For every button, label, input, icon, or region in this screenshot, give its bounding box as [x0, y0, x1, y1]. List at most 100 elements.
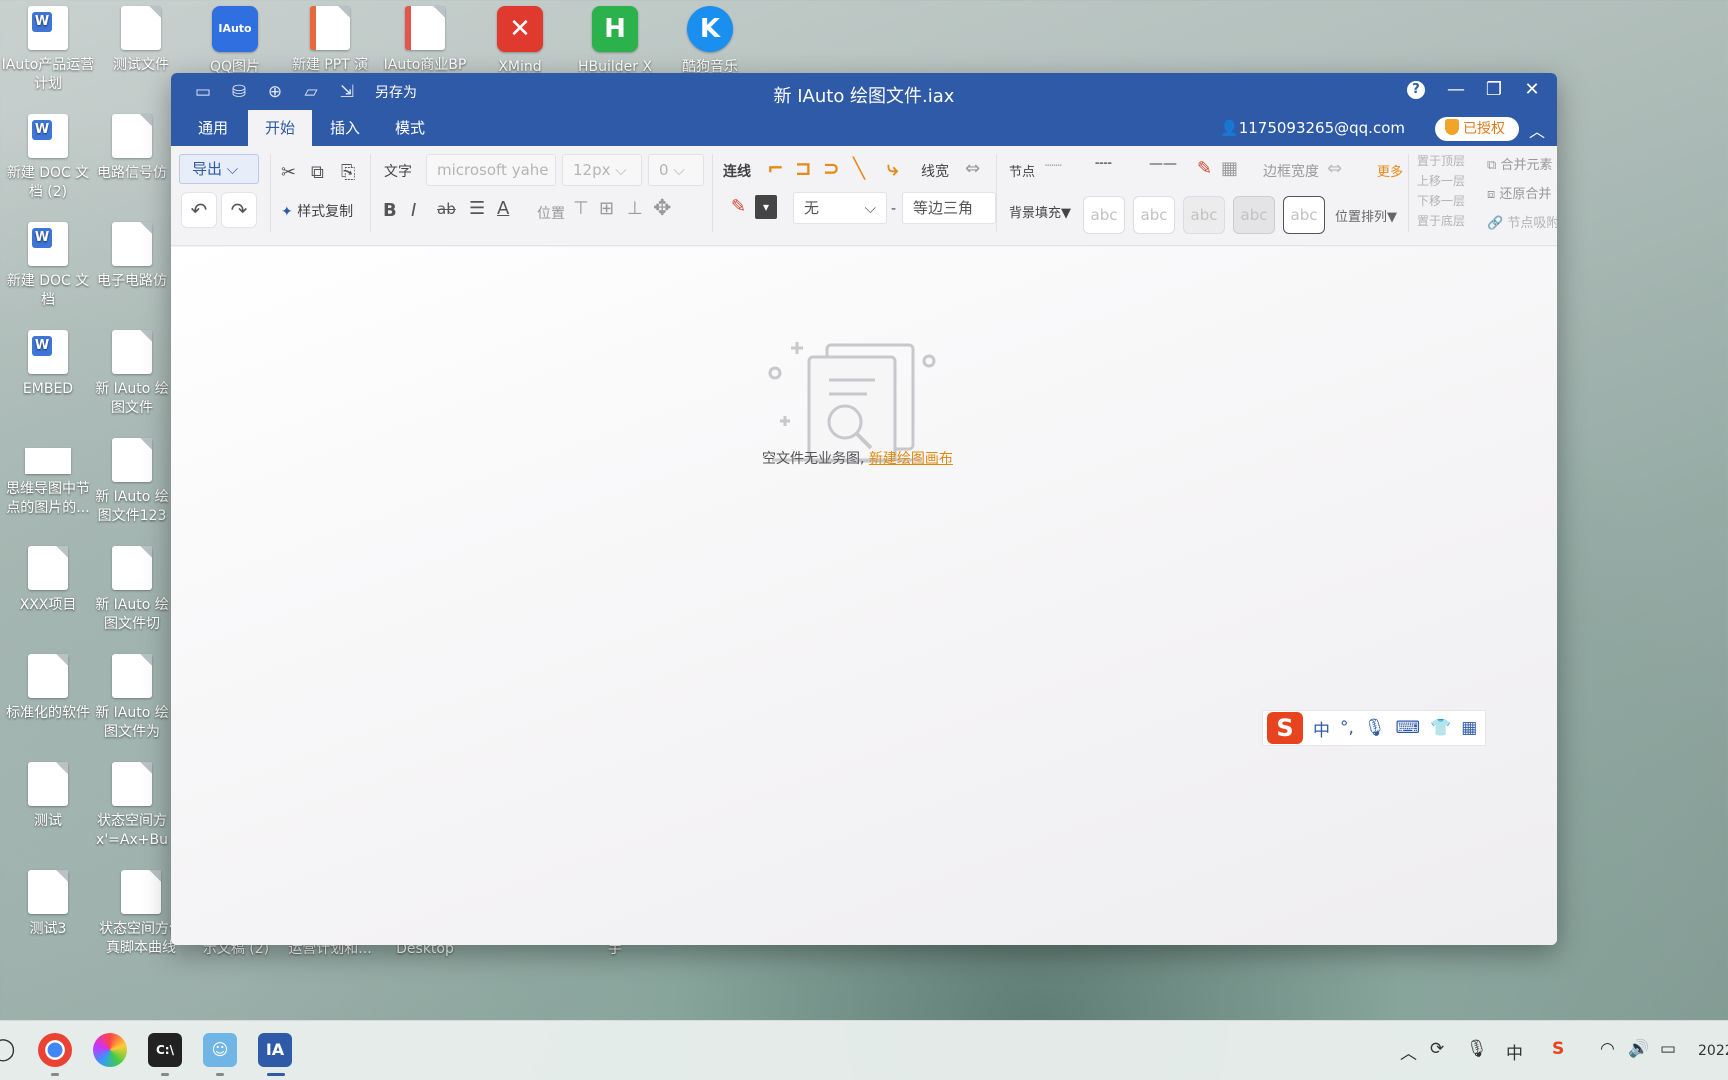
tab-insert[interactable]: 插入 [313, 110, 377, 146]
ime-toolbar[interactable]: S 中 °, 🎙 ⌨ 👕 ▦ [1262, 710, 1486, 746]
anime-app-icon[interactable]: ☺ [203, 1033, 237, 1067]
microphone-icon[interactable]: 🎙 [1466, 1039, 1488, 1059]
volume-icon[interactable]: 🔊 [1628, 1039, 1649, 1059]
paste-icon[interactable]: ⎘ [341, 162, 355, 183]
minimize-icon[interactable]: — [1443, 77, 1469, 103]
transparency-icon[interactable]: ▦ [1221, 158, 1238, 179]
microphone-icon[interactable]: 🎙 [1364, 718, 1386, 738]
loop-connector-icon[interactable]: ⊃ [823, 156, 840, 180]
clock[interactable]: 2022 [1698, 1043, 1728, 1059]
skin-shirt-icon[interactable]: 👕 [1430, 718, 1451, 738]
redo-button[interactable]: ↷ [221, 192, 257, 228]
dotted-line-icon[interactable]: ┈┈ [1045, 158, 1062, 174]
ime-mode[interactable]: 中 [1313, 716, 1330, 741]
send-backward[interactable]: 下移一层 [1417, 192, 1465, 209]
text-style-sample[interactable]: abc [1233, 196, 1275, 234]
desktop-icon-iauto-plan[interactable]: IAuto产品运营计划 [0, 0, 96, 94]
font-color-icon[interactable]: A [497, 198, 509, 219]
align-top-icon[interactable]: ⊤ [573, 198, 589, 219]
iauto-app-icon[interactable]: IA [258, 1033, 292, 1067]
send-to-back[interactable]: 置于底层 [1417, 212, 1465, 229]
color-dropdown-icon[interactable]: ▾ [755, 195, 777, 219]
battery-icon[interactable]: ▭ [1660, 1039, 1676, 1059]
shape-select[interactable]: 等边三角 [902, 192, 996, 224]
pen-color-icon[interactable]: ✎ [731, 196, 746, 217]
wifi-icon[interactable]: ◠ [1600, 1039, 1615, 1059]
desktop-icon-test3[interactable]: 测试3 [0, 864, 96, 939]
cut-icon[interactable]: ✂ [281, 162, 296, 183]
more-link[interactable]: 更多 [1377, 161, 1403, 180]
spacing-select[interactable]: 0 ⌵ [648, 154, 704, 186]
keyboard-icon[interactable]: ⌨ [1396, 718, 1421, 738]
node-snap[interactable]: 🔗 节点吸附 [1487, 212, 1557, 231]
desktop-icon-iauto-drawing-cut[interactable]: 新 IAuto 绘图文件切 [93, 540, 171, 634]
desktop-icon-iauto-drawing[interactable]: 新 IAuto 绘图文件 [93, 324, 171, 418]
desktop-icon-kugou[interactable]: K 酷狗音乐 [662, 0, 758, 77]
text-style-sample[interactable]: abc [1133, 196, 1175, 234]
desktop-icon-standard-software[interactable]: 标准化的软件 [0, 648, 96, 723]
style-copy-button[interactable]: ✦ 样式复制 [281, 201, 353, 221]
italic-icon[interactable]: I [411, 200, 416, 221]
ime-punctuation[interactable]: °, [1340, 718, 1354, 738]
desktop-icon-qq-image[interactable]: IAuto QQ图片 [187, 0, 283, 77]
desktop-icon-circuit-signal[interactable]: 电路信号仿 [93, 108, 171, 183]
drawing-canvas[interactable]: 空文件无业务图, 新建绘图画布 [171, 247, 1557, 945]
title-bar[interactable]: ▭ ⛁ ⊕ ▱ ⇲ 另存为 新 IAuto 绘图文件.iax ? — ❐ ✕ [171, 73, 1557, 110]
arrange-dropdown[interactable]: 位置排列▼ [1335, 206, 1397, 225]
bold-icon[interactable]: B [383, 200, 397, 221]
strikethrough-icon[interactable]: ab [437, 200, 456, 218]
text-style-sample[interactable]: abc [1283, 196, 1325, 234]
desktop-icon-ppt[interactable]: 新建 PPT 演 [282, 0, 378, 75]
export-dropdown[interactable]: 导出 ⌵ [179, 154, 259, 184]
tab-general[interactable]: 通用 [181, 110, 245, 146]
desktop-icon-iauto-drawing-123[interactable]: 新 IAuto 绘图文件123 [93, 432, 171, 526]
terminal-icon[interactable]: C:\ [148, 1033, 182, 1067]
desktop-icon-xxx-project[interactable]: XXX项目 [0, 540, 96, 615]
toolbox-grid-icon[interactable]: ▦ [1461, 718, 1477, 738]
text-style-sample[interactable]: abc [1183, 196, 1225, 234]
bring-forward[interactable]: 上移一层 [1417, 172, 1465, 189]
new-canvas-link[interactable]: 新建绘图画布 [869, 451, 953, 467]
undo-button[interactable]: ↶ [181, 192, 217, 228]
account-label[interactable]: 👤1175093265@qq.com [1220, 119, 1405, 137]
color-wheel-app-icon[interactable] [93, 1033, 127, 1067]
search-icon[interactable]: ◯ [0, 1033, 20, 1067]
arc-connector-icon[interactable]: ⤷ [887, 156, 898, 180]
curved-connector-icon[interactable]: ⊐ [795, 156, 812, 180]
line-width-icon[interactable]: ⇔ [965, 158, 980, 179]
border-color-icon[interactable]: ✎ [1197, 158, 1212, 179]
move-icon[interactable]: ✥ [653, 196, 671, 221]
license-badge[interactable]: 已授权 [1435, 117, 1519, 141]
border-width-icon[interactable]: ⇔ [1327, 158, 1342, 179]
background-fill-dropdown[interactable]: 背景填充▼ [1009, 202, 1071, 221]
align-icon[interactable]: ☰ [469, 198, 485, 219]
sync-icon[interactable]: ⟳ [1430, 1039, 1444, 1059]
desktop-icon-state-space[interactable]: 状态空间方 x'=Ax+Bu [93, 756, 171, 850]
font-size-select[interactable]: 12px ⌵ [562, 154, 642, 186]
chevron-up-icon[interactable]: ︿ [1400, 1039, 1417, 1064]
desktop-icon-xmind[interactable]: ✕ XMind [472, 0, 568, 77]
tab-start[interactable]: 开始 [248, 110, 313, 146]
bring-to-front[interactable]: 置于顶层 [1417, 152, 1465, 169]
sogou-tray-icon[interactable]: S [1552, 1039, 1564, 1059]
collapse-ribbon-icon[interactable]: ︿ [1529, 118, 1545, 142]
straight-connector-icon[interactable]: ╲ [853, 156, 865, 180]
chrome-icon[interactable] [38, 1033, 72, 1067]
desktop-icon-electronic-circuit[interactable]: 电子电路仿 [93, 216, 171, 291]
merge-elements[interactable]: ⧉ 合并元素 [1487, 154, 1552, 173]
align-bottom-icon[interactable]: ⊥ [627, 198, 643, 219]
elbow-connector-icon[interactable]: ⌐ [767, 156, 784, 180]
desktop-icon-test-file[interactable]: 测试文件 [93, 0, 189, 75]
desktop-icon-test[interactable]: 测试 [0, 756, 96, 831]
desktop-icon-mindmap-image[interactable]: 思维导图中节点的图片的... [0, 432, 96, 518]
restore-icon[interactable]: ❐ [1481, 77, 1507, 103]
tab-mode[interactable]: 模式 [378, 110, 442, 146]
align-middle-icon[interactable]: ⊞ [599, 198, 614, 219]
desktop-icon-doc[interactable]: 新建 DOC 文档 [0, 216, 96, 310]
restore-merge[interactable]: ⧈ 还原合并 [1487, 183, 1551, 202]
desktop-icon-doc2[interactable]: 新建 DOC 文档 (2) [0, 108, 96, 202]
help-icon[interactable]: ? [1407, 81, 1425, 99]
dashed-line-icon[interactable]: ╌╌ [1095, 156, 1112, 172]
desktop-icon-hbuilder[interactable]: H HBuilder X [567, 0, 663, 77]
text-style-sample[interactable]: abc [1083, 196, 1125, 234]
